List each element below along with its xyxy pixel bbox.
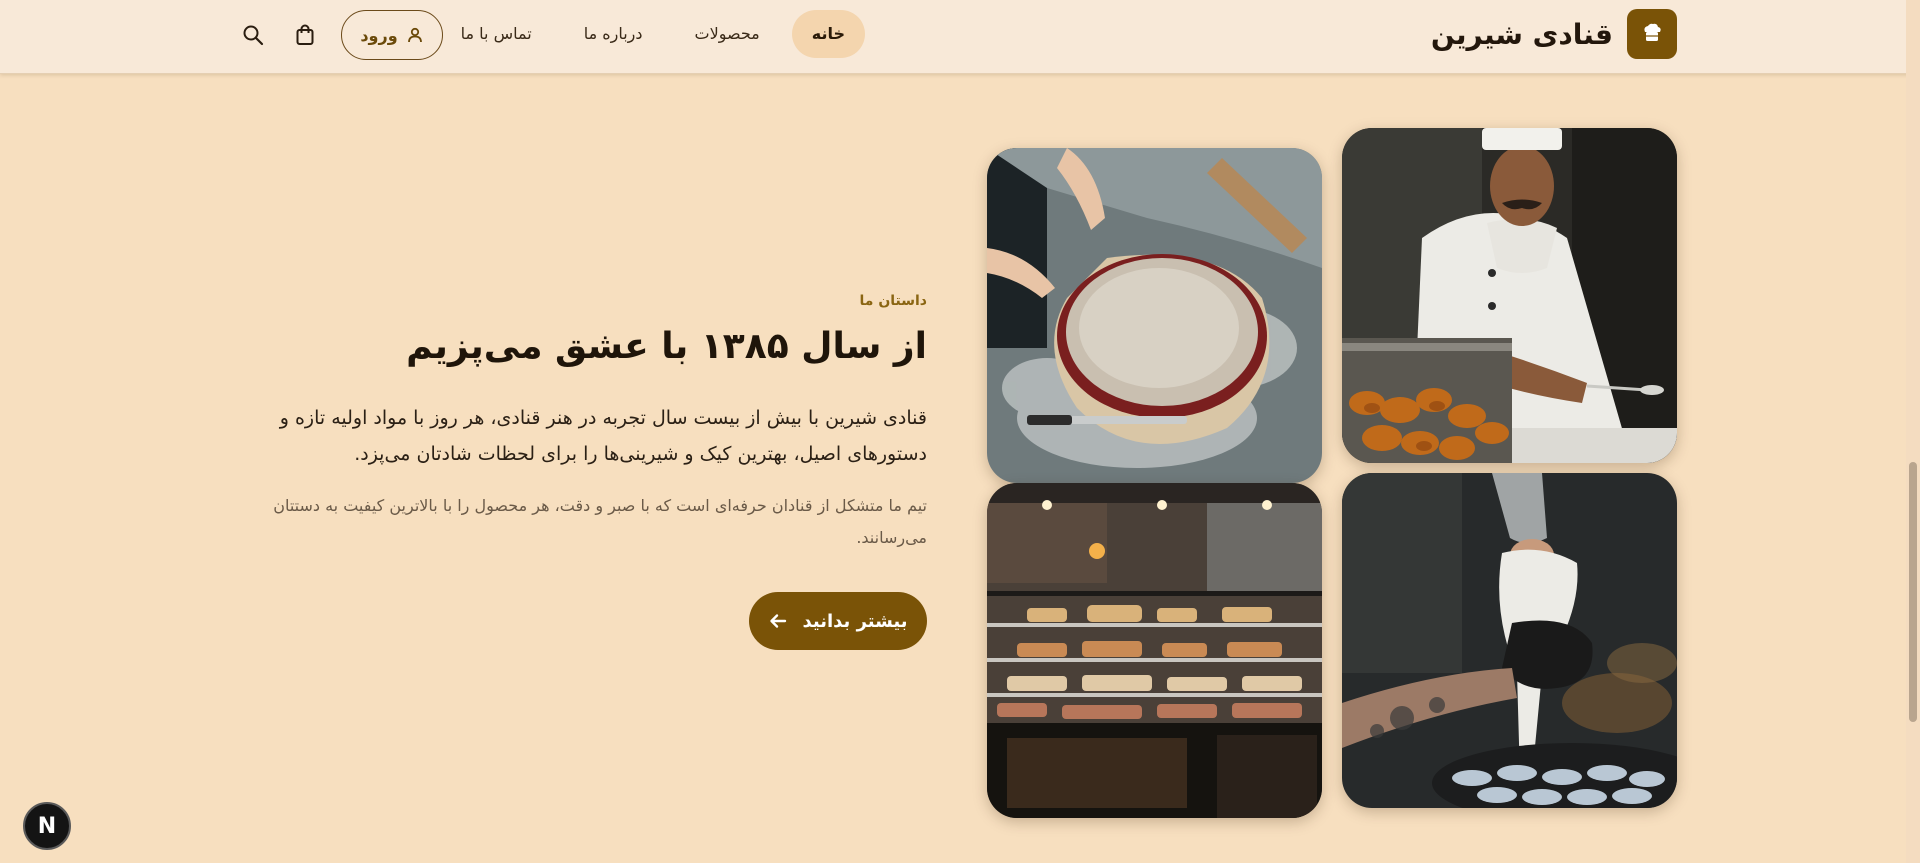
search-icon xyxy=(243,25,264,46)
user-icon xyxy=(407,27,422,43)
login-label: ورود xyxy=(360,25,398,45)
brand-name: قنادی شیرین xyxy=(1430,17,1613,51)
baker-photo xyxy=(1342,128,1677,463)
story-paragraph: قنادی شیرین با بیش از بیست سال تجربه در … xyxy=(279,407,927,465)
learn-more-label: بیشتر بدانید xyxy=(802,610,908,632)
learn-more-button[interactable]: بیشتر بدانید xyxy=(749,592,927,650)
site-header: قنادی شیرین خانه محصولات درباره ما تماس … xyxy=(0,0,1920,74)
main-nav: خانه محصولات درباره ما تماس با ما xyxy=(441,10,865,58)
section-headline: از سال ۱۳۸۵ با عشق می‌پزیم xyxy=(406,326,927,367)
nav-contact[interactable]: تماس با ما xyxy=(441,10,552,58)
piping-photo xyxy=(1342,473,1677,808)
nav-products[interactable]: محصولات xyxy=(675,10,780,58)
header-actions: ورود xyxy=(237,10,443,60)
arrow-left-icon xyxy=(770,614,787,628)
nav-home[interactable]: خانه xyxy=(791,10,865,58)
cart-button[interactable] xyxy=(289,19,321,51)
dev-tools-badge[interactable]: N xyxy=(23,802,71,850)
bakery-logo-icon xyxy=(1627,9,1677,59)
shopping-bag-icon xyxy=(296,24,314,45)
scrollbar-thumb[interactable] xyxy=(1909,462,1917,722)
section-eyebrow: داستان ما xyxy=(859,293,927,309)
brand[interactable]: قنادی شیرین xyxy=(1431,9,1677,59)
nav-about[interactable]: درباره ما xyxy=(564,10,663,58)
story-subparagraph: تیم ما متشکل از قنادان حرفه‌ای است که با… xyxy=(273,496,927,547)
login-button[interactable]: ورود xyxy=(341,10,443,60)
shop-display-photo xyxy=(987,483,1322,818)
search-button[interactable] xyxy=(237,19,269,51)
page-scrollbar[interactable] xyxy=(1906,0,1920,863)
dough-photo xyxy=(987,148,1322,483)
